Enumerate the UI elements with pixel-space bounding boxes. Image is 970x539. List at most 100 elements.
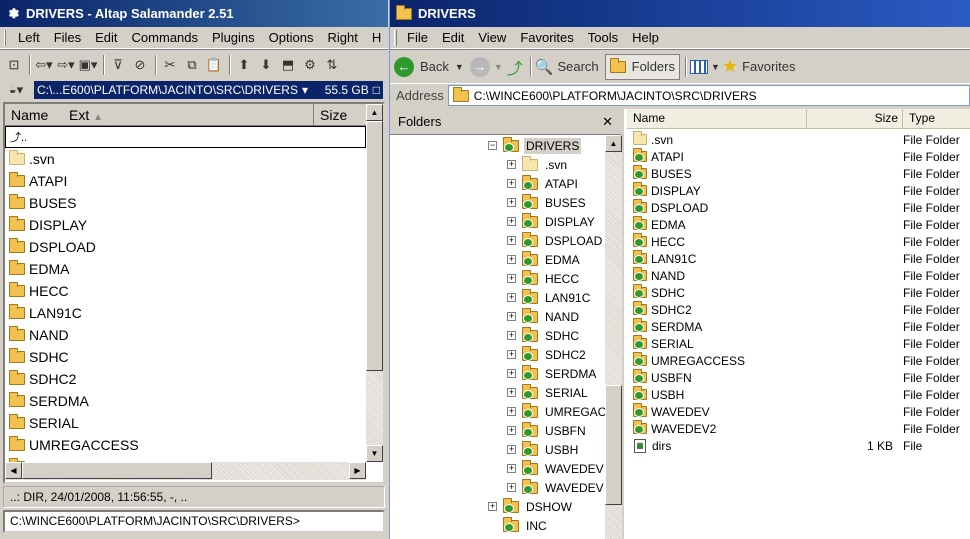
expand-icon[interactable]: + (507, 160, 516, 169)
list-item[interactable]: HECC File Folder (627, 233, 970, 250)
salamander-horizontal-scrollbar[interactable]: ◀ ▶ (5, 462, 366, 480)
file-row[interactable]: HECC (5, 280, 366, 302)
file-row[interactable]: SDHC (5, 346, 366, 368)
tree-item[interactable]: + NAND (507, 307, 581, 326)
expand-icon[interactable]: + (507, 255, 516, 264)
salamander-titlebar[interactable]: ✽ DRIVERS - Altap Salamander 2.51 (0, 0, 388, 27)
list-item[interactable]: USBH File Folder (627, 386, 970, 403)
up-folder-icon[interactable]: ⤴ (505, 56, 525, 78)
menu-plugins[interactable]: Plugins (206, 30, 263, 45)
tree-scroll-thumb[interactable] (605, 385, 622, 505)
expand-icon[interactable]: + (507, 198, 516, 207)
scroll-up-button[interactable]: ▲ (366, 104, 383, 121)
column-size[interactable]: Size (807, 109, 903, 128)
menu-right[interactable]: Right (321, 30, 365, 45)
list-item[interactable]: SERIAL File Folder (627, 335, 970, 352)
expand-icon[interactable]: + (507, 445, 516, 454)
history-dropdown-icon[interactable]: ▾ (302, 81, 308, 99)
list-item[interactable]: UMREGACCESS File Folder (627, 352, 970, 369)
explorer-titlebar[interactable]: DRIVERS (390, 0, 970, 27)
file-row[interactable]: DSPLOAD (5, 236, 366, 258)
tree-scroll-up-button[interactable]: ▲ (605, 135, 622, 152)
tree-item[interactable]: − DRIVERS (488, 136, 582, 155)
menu-left[interactable]: Left (12, 30, 48, 45)
expand-icon[interactable]: + (507, 464, 516, 473)
menu-options[interactable]: Options (263, 30, 322, 45)
pack-icon[interactable]: ⬆ (234, 54, 254, 76)
menu-help[interactable]: H (366, 30, 388, 45)
menu-favorites[interactable]: Favorites (514, 30, 581, 45)
tree-item[interactable]: + SDHC2 (507, 345, 588, 364)
close-icon[interactable]: ✕ (602, 114, 613, 130)
sync-icon[interactable]: ⇅ (322, 54, 342, 76)
file-row[interactable]: .svn (5, 148, 366, 170)
tree-item[interactable]: INC (488, 516, 549, 535)
tree-item[interactable]: + LAN91C (507, 288, 592, 307)
current-path[interactable]: C:\...E600\PLATFORM\JACINTO\SRC\DRIVERS … (34, 81, 383, 99)
file-row[interactable]: SERDMA (5, 390, 366, 412)
column-ext[interactable]: Ext ▲ (69, 107, 313, 123)
list-item[interactable]: EDMA File Folder (627, 216, 970, 233)
tree-item[interactable]: + HECC (507, 269, 581, 288)
tree-item[interactable]: + SDHC (507, 326, 581, 345)
command-line-input[interactable]: C:\WINCE600\PLATFORM\JACINTO\SRC\DRIVERS… (3, 510, 385, 533)
favorites-button[interactable]: ★ Favorites (722, 56, 796, 78)
drive-icon[interactable]: ◒▾ (6, 79, 26, 101)
column-type[interactable]: Type (903, 109, 970, 128)
expand-icon[interactable]: + (507, 369, 516, 378)
copy-icon[interactable]: ⧉ (182, 54, 202, 76)
scroll-left-button[interactable]: ◀ (5, 462, 22, 479)
change-drive-icon[interactable]: ⊡ (4, 54, 24, 76)
expand-icon[interactable]: + (488, 502, 497, 511)
menu-edit[interactable]: Edit (436, 30, 472, 45)
file-row[interactable]: SDHC2 (5, 368, 366, 390)
file-row[interactable]: BUSES (5, 192, 366, 214)
tree-item[interactable]: + WAVEDEV (507, 459, 605, 478)
tree-item[interactable]: + UMREGACC (507, 402, 605, 421)
list-item[interactable]: SERDMA File Folder (627, 318, 970, 335)
unfilter-icon[interactable]: ⊘ (130, 54, 150, 76)
menu-tools[interactable]: Tools (582, 30, 626, 45)
zoom-panel-icon[interactable]: □ (373, 81, 380, 99)
column-size[interactable]: Size (313, 104, 366, 126)
tree-item[interactable]: + .svn (507, 155, 569, 174)
file-row[interactable]: ATAPI (5, 170, 366, 192)
scroll-right-button[interactable]: ▶ (349, 462, 366, 479)
tree-item[interactable]: + DISPLAY (507, 212, 597, 231)
collapse-icon[interactable]: − (488, 141, 497, 150)
paste-icon[interactable]: 📋 (204, 54, 224, 76)
list-item[interactable]: SDHC File Folder (627, 284, 970, 301)
expand-icon[interactable]: + (507, 350, 516, 359)
scroll-down-button[interactable]: ▼ (366, 445, 383, 462)
list-item[interactable]: NAND File Folder (627, 267, 970, 284)
archive-icon[interactable]: ⬒ (278, 54, 298, 76)
expand-icon[interactable]: + (507, 331, 516, 340)
file-row[interactable]: SERIAL (5, 412, 366, 434)
scroll-thumb[interactable] (366, 121, 383, 371)
menu-view[interactable]: View (472, 30, 514, 45)
file-row[interactable]: NAND (5, 324, 366, 346)
expand-icon[interactable]: + (507, 483, 516, 492)
list-item[interactable]: ATAPI File Folder (627, 148, 970, 165)
list-item[interactable]: SDHC2 File Folder (627, 301, 970, 318)
tree-item[interactable]: + DSHOW (488, 497, 574, 516)
column-name[interactable]: Name (5, 107, 69, 123)
expand-icon[interactable]: + (507, 217, 516, 226)
compare-icon[interactable]: ⚙ (300, 54, 320, 76)
tree-item[interactable]: + BUSES (507, 193, 588, 212)
list-item[interactable]: DSPLOAD File Folder (627, 199, 970, 216)
menu-commands[interactable]: Commands (126, 30, 206, 45)
tree-item[interactable]: + EDMA (507, 250, 582, 269)
column-name[interactable]: Name (627, 109, 807, 128)
expand-icon[interactable]: + (507, 407, 516, 416)
expand-icon[interactable]: + (507, 274, 516, 283)
list-item[interactable]: dirs 1 KB File (627, 437, 970, 454)
unpack-icon[interactable]: ⬇ (256, 54, 276, 76)
filter-icon[interactable]: ⊽ (108, 54, 128, 76)
salamander-vertical-scrollbar[interactable]: ▲ ▼ (366, 104, 383, 462)
menu-help[interactable]: Help (626, 30, 667, 45)
tree-item[interactable]: + SERDMA (507, 364, 598, 383)
list-item[interactable]: USBFN File Folder (627, 369, 970, 386)
hotpath-icon[interactable]: ▣▾ (78, 54, 98, 76)
forward-button[interactable]: → ▼ (469, 56, 503, 78)
